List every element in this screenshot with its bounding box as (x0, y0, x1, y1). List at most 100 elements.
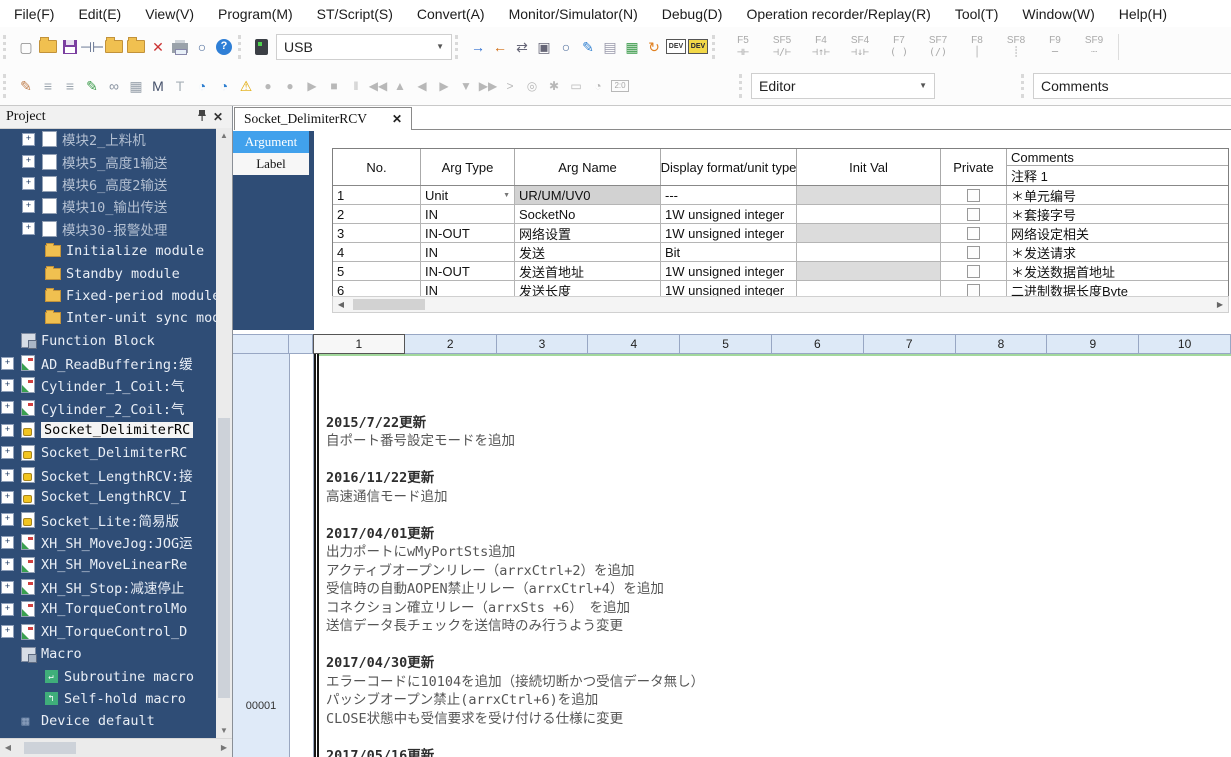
ruler-column-cell[interactable]: 10 (1139, 334, 1231, 354)
plc-connection-icon[interactable] (250, 36, 272, 58)
ruler-column-cell[interactable]: 6 (772, 334, 864, 354)
record-settings-icon[interactable]: ● (279, 75, 301, 97)
arg-type-cell[interactable]: IN-OUT ▼ (421, 224, 515, 242)
note-edit-icon[interactable]: ✎ (81, 75, 103, 97)
scrollbar-thumb[interactable] (353, 299, 425, 310)
menu-item[interactable]: File(F) (2, 6, 66, 22)
menu-item[interactable]: Window(W) (1010, 6, 1106, 22)
tree-item[interactable]: + Inter-unit sync module (0, 307, 216, 329)
scrollbar-thumb[interactable] (24, 742, 76, 754)
expand-plus-icon[interactable]: + (1, 491, 14, 504)
expand-plus-icon[interactable]: + (1, 379, 14, 392)
init-val-cell[interactable] (797, 243, 941, 261)
ruler-column-cell[interactable]: 2 (405, 334, 497, 354)
stopwatch-icon[interactable]: ◔ (587, 75, 609, 97)
ladder-symbol-button[interactable]: SF5⊣/⊢ (763, 36, 801, 58)
step-up-icon[interactable]: ▲ (389, 75, 411, 97)
ladder-editor[interactable]: 00001 2015/7/22更新自ポート番号設定モードを追加 2016/11/… (233, 354, 1231, 757)
toolbar-drag-handle[interactable] (3, 35, 11, 59)
tree-item[interactable]: + ↵ Subroutine macro (0, 665, 216, 687)
monitor-view-icon[interactable]: ∞ (103, 75, 125, 97)
comment-cell[interactable]: ＊套接字号 (1007, 205, 1228, 223)
comment-cell[interactable]: ＊单元编号 (1007, 186, 1228, 204)
tree-item[interactable]: + 模块5_高度1输送 (0, 150, 216, 172)
menu-item[interactable]: Debug(D) (650, 6, 735, 22)
scrollbar-thumb[interactable] (218, 418, 230, 698)
monitor-status-icon[interactable]: ⚠ (235, 75, 257, 97)
scroll-left-icon[interactable]: ◀ (0, 739, 16, 757)
private-checkbox[interactable] (967, 284, 980, 297)
arg-name-cell[interactable]: 发送首地址 (515, 262, 661, 280)
close-panel-icon[interactable]: ✕ (210, 110, 226, 125)
arg-no-cell[interactable]: 4 (333, 243, 421, 261)
comments-select[interactable]: Comments (1033, 73, 1231, 99)
tree-item[interactable]: + ↰ Self-hold macro (0, 688, 216, 710)
watch-window1-icon[interactable]: ◔ (191, 75, 213, 97)
project-tree-horizontal-scrollbar[interactable]: ◀ ▶ (0, 738, 232, 757)
arg-name-cell[interactable]: SocketNo (515, 205, 661, 223)
tree-item[interactable]: + AD_ReadBuffering:缓 (0, 352, 216, 374)
arg-name-cell[interactable]: 网络设置 (515, 224, 661, 242)
scroll-up-icon[interactable]: ▲ (216, 128, 232, 144)
tree-item[interactable]: + Socket_LengthRCV_I (0, 486, 216, 508)
tree-item[interactable]: + Fixed-period module (0, 285, 216, 307)
tree-item[interactable]: + Socket_Lite:简易版 (0, 509, 216, 531)
tree-item[interactable]: + Cylinder_2_Coil:气 (0, 397, 216, 419)
display-format-cell[interactable]: 1W unsigned integer (661, 205, 797, 223)
toolbar-drag-handle[interactable] (455, 35, 463, 59)
ruler-column-cell[interactable]: 1 (313, 334, 405, 354)
private-checkbox[interactable] (967, 227, 980, 240)
editor-mode-select[interactable]: Editor ▼ (751, 73, 935, 99)
toolbar-drag-handle[interactable] (3, 74, 11, 98)
init-val-cell[interactable] (797, 205, 941, 223)
connection-select[interactable]: USB ▼ (276, 34, 452, 60)
ladder-symbol-button[interactable]: F8│ (958, 36, 996, 58)
expand-plus-icon[interactable]: + (1, 558, 14, 571)
dropdown-arrow-icon[interactable]: ▼ (503, 192, 510, 199)
breakpoint-icon[interactable]: ◎ (521, 75, 543, 97)
close-tab-icon[interactable]: ✕ (392, 112, 402, 127)
expand-plus-icon[interactable]: + (22, 222, 35, 235)
tree-item[interactable]: + 模块6_高度2输送 (0, 173, 216, 195)
change-module-icon[interactable]: ↻ (643, 36, 665, 58)
scroll-down-icon[interactable]: ▼ (216, 723, 232, 739)
tree-item[interactable]: + Function Block (0, 330, 216, 352)
expand-plus-icon[interactable]: + (1, 469, 14, 482)
arg-type-cell[interactable]: IN-OUT ▼ (421, 262, 515, 280)
online-monitor-icon[interactable]: ▦ (621, 36, 643, 58)
ladder-block-icon[interactable]: ▦ (125, 75, 147, 97)
verify-plc-icon[interactable]: ⇄ (511, 36, 533, 58)
ruler-column-cell[interactable]: 3 (497, 334, 589, 354)
print-preview-icon[interactable]: ○ (191, 36, 213, 58)
comment-cell[interactable]: ＊发送请求 (1007, 243, 1228, 261)
menu-item[interactable]: Monitor/Simulator(N) (497, 6, 650, 22)
step-down-icon[interactable]: ▼ (455, 75, 477, 97)
expand-plus-icon[interactable]: + (1, 446, 14, 459)
ladder-symbol-button[interactable]: SF4⊣↓⊢ (841, 36, 879, 58)
open-project-icon[interactable] (37, 36, 59, 58)
menu-item[interactable]: View(V) (133, 6, 206, 22)
protect-ladder-icon[interactable] (125, 36, 147, 58)
ladder-symbol-button[interactable]: F9─ (1036, 36, 1074, 58)
device-comment-list-icon[interactable]: ≡ (37, 75, 59, 97)
ladder-symbol-button[interactable]: F5⊣⊢ (724, 36, 762, 58)
tree-item[interactable]: + Socket_LengthRCV:接 (0, 464, 216, 486)
tree-item[interactable]: + Initialize module (0, 240, 216, 262)
expand-plus-icon[interactable]: + (1, 581, 14, 594)
tree-item[interactable]: + 模块10_输出传送 (0, 195, 216, 217)
crossref-search-icon[interactable]: ○ (555, 36, 577, 58)
play-icon[interactable]: ▶ (301, 75, 323, 97)
toolbar-drag-handle[interactable] (712, 35, 720, 59)
private-checkbox[interactable] (967, 265, 980, 278)
expand-plus-icon[interactable]: + (1, 603, 14, 616)
tree-item[interactable]: + XH_TorqueControl_D (0, 621, 216, 643)
scroll-left-icon[interactable]: ◀ (333, 297, 349, 312)
display-format-cell[interactable]: Bit (661, 243, 797, 261)
tree-item[interactable]: + Cylinder_1_Coil:气 (0, 374, 216, 396)
monitor-pause-icon[interactable]: ▭ (565, 75, 587, 97)
arg-no-cell[interactable]: 2 (333, 205, 421, 223)
side-tab[interactable]: Argument (233, 131, 309, 153)
import-ladder-icon[interactable] (103, 36, 125, 58)
expand-plus-icon[interactable]: + (1, 513, 14, 526)
tree-item[interactable]: + Standby module (0, 262, 216, 284)
